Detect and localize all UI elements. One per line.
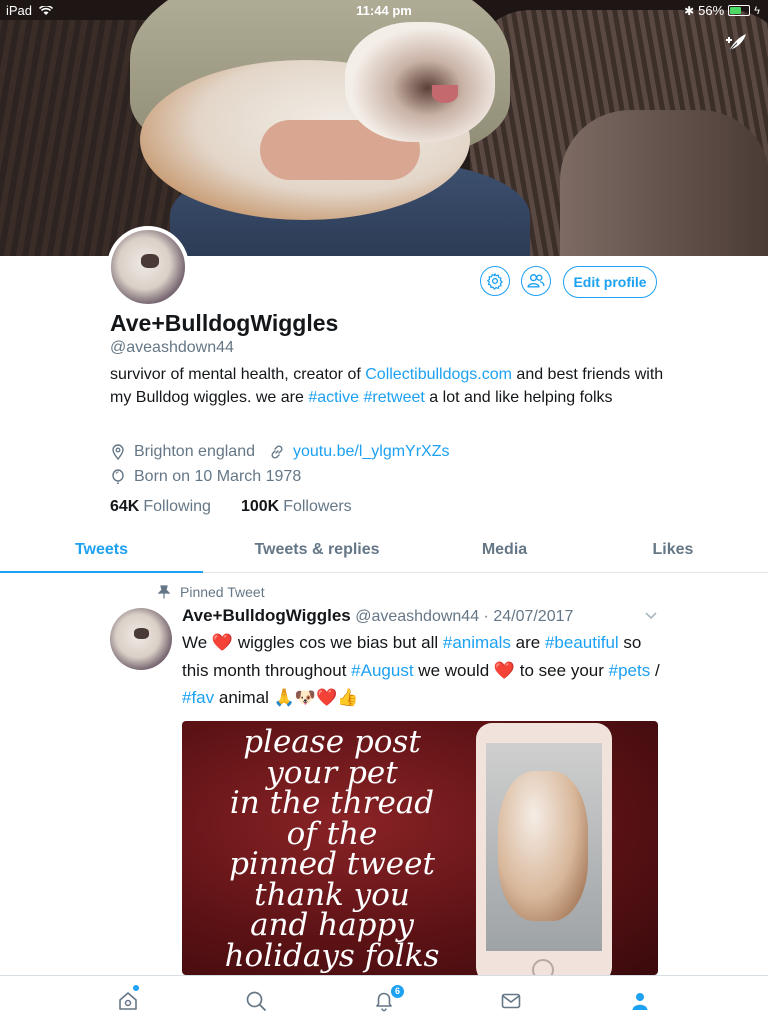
battery-percent: 56% [698, 3, 725, 18]
bulldog-head [345, 22, 495, 142]
profile-tab[interactable] [627, 988, 653, 1014]
tweet-avatar[interactable] [110, 608, 172, 670]
bottom-tab-bar: 6 [0, 975, 768, 1025]
pin-icon [158, 585, 170, 599]
tweet-text-segment: we would [413, 660, 494, 680]
sofa-arm [560, 110, 768, 256]
profile-stats: 64K Following 100K Followers [110, 498, 352, 516]
search-icon [246, 991, 266, 1011]
tab-likes[interactable]: Likes [578, 532, 768, 572]
tweet-hashtag[interactable]: #beautiful [545, 633, 619, 652]
followers-count: 100K [240, 498, 280, 515]
profile-website-link[interactable]: youtu.be/l_ylgmYrXZs [293, 443, 450, 461]
bio-hashtag[interactable]: #active [308, 389, 359, 406]
bio-text: survivor of mental health, creator of [110, 366, 366, 383]
media-phone-home-button [532, 959, 554, 975]
envelope-icon [501, 993, 521, 1009]
tweet-handle-date: @aveashdown44 · 24/07/2017 [355, 608, 574, 625]
tweet-hashtag[interactable]: #pets [609, 661, 651, 680]
tweet-hashtag[interactable]: #fav [182, 688, 214, 707]
profile-meta-row: Brighton england youtu.be/l_ylgmYrXZs [110, 443, 450, 461]
gear-icon [487, 273, 503, 290]
bluetooth-icon: ✱ [684, 3, 695, 18]
tweet-media-image[interactable]: please post your pet in the thread of th… [182, 721, 658, 975]
profile-avatar[interactable] [107, 226, 189, 308]
pinned-tweet-text: Pinned Tweet [180, 584, 265, 600]
tweet-author-name[interactable]: Ave+BulldogWiggles [182, 606, 351, 625]
status-bar: iPad 11:44 pm ✱ 56% ϟ [0, 0, 768, 20]
header-photo[interactable] [0, 0, 768, 256]
media-caption-line: please post [243, 724, 421, 760]
media-caption-line: pinned tweet [229, 846, 435, 882]
tweet-text-segment: We [182, 633, 212, 652]
media-caption-line: of the [286, 815, 378, 852]
heart-emoji: ❤️ [493, 660, 516, 680]
lists-button[interactable] [521, 266, 551, 296]
media-caption-line: thank you [254, 876, 410, 913]
tweet-header: Ave+BulldogWiggles @aveashdown44 · 24/07… [182, 606, 573, 626]
followers-label: Followers [283, 498, 352, 515]
media-phone [476, 723, 612, 975]
status-time: 11:44 pm [356, 3, 412, 18]
tweet-emojis: 🙏🐶❤️👍 [273, 688, 359, 707]
bio-text: a lot and like helping folks [424, 389, 613, 406]
bulldog-tongue [432, 85, 458, 103]
tab-media[interactable]: Media [431, 532, 578, 572]
following-count: 64K [110, 498, 140, 515]
status-right: ✱ 56% ϟ [684, 3, 760, 18]
chevron-down-icon [645, 612, 657, 620]
tweet-hashtag[interactable]: #animals [443, 633, 511, 652]
media-bulldog [498, 771, 588, 921]
compose-tweet-button[interactable] [722, 28, 752, 58]
heart-emoji: ❤️ [211, 633, 234, 652]
tab-tweets-replies[interactable]: Tweets & replies [203, 532, 431, 572]
compose-feather-icon [726, 34, 746, 52]
tweet-text-segment: animal [214, 688, 274, 707]
media-caption-line: in the thread [229, 785, 435, 821]
media-caption-line: holidays folks [224, 937, 440, 974]
tab-tweets[interactable]: Tweets [0, 532, 203, 573]
profile-handle: @aveashdown44 [110, 339, 234, 356]
settings-button[interactable] [480, 266, 510, 296]
link-icon [269, 444, 285, 460]
media-caption-line: and happy [250, 907, 414, 943]
followers-stat[interactable]: 100K Followers [241, 498, 352, 516]
person-icon [632, 993, 648, 1010]
home-unread-dot [133, 985, 139, 991]
profile-bio: survivor of mental health, creator of Co… [110, 363, 670, 409]
people-icon [527, 274, 545, 288]
media-phone-screen [486, 743, 602, 951]
search-tab[interactable] [243, 988, 269, 1014]
tweet-text-segment: to see your [515, 660, 609, 680]
home-icon [119, 992, 137, 1010]
balloon-icon [110, 469, 126, 485]
profile-birthday: Born on 10 March 1978 [134, 468, 302, 485]
battery-icon [728, 5, 751, 16]
media-caption-line: your pet [266, 754, 398, 791]
pinned-tweet-label: Pinned Tweet [158, 584, 265, 600]
tweet-options-button[interactable] [644, 608, 658, 627]
notification-badge: 6 [390, 984, 405, 999]
bio-link[interactable]: Collectibulldogs.com [365, 366, 512, 383]
following-label: Following [143, 498, 211, 515]
messages-tab[interactable] [498, 988, 524, 1014]
tweet-text-segment: are [510, 633, 545, 652]
tweet-text: We ❤️ wiggles cos we bias but all #anima… [182, 629, 672, 712]
following-stat[interactable]: 64K Following [110, 498, 211, 516]
profile-location: Brighton england [134, 443, 255, 460]
charging-icon: ϟ [754, 4, 760, 17]
tweet-hashtag[interactable]: #August [351, 661, 413, 680]
profile-tabs: Tweets Tweets & replies Media Likes [0, 532, 768, 573]
location-pin-icon [110, 444, 126, 460]
profile-meta-row: Born on 10 March 1978 [110, 468, 301, 486]
edit-profile-button[interactable]: Edit profile [563, 266, 657, 298]
home-tab[interactable] [115, 988, 141, 1014]
tweet-text-segment: / [650, 660, 660, 680]
tweet-text-segment: wiggles cos we bias but all [233, 633, 443, 652]
media-caption-text: please post your pet in the thread of th… [182, 727, 482, 971]
bio-hashtag[interactable]: #retweet [363, 389, 424, 406]
display-name: Ave+BulldogWiggles [110, 310, 339, 336]
